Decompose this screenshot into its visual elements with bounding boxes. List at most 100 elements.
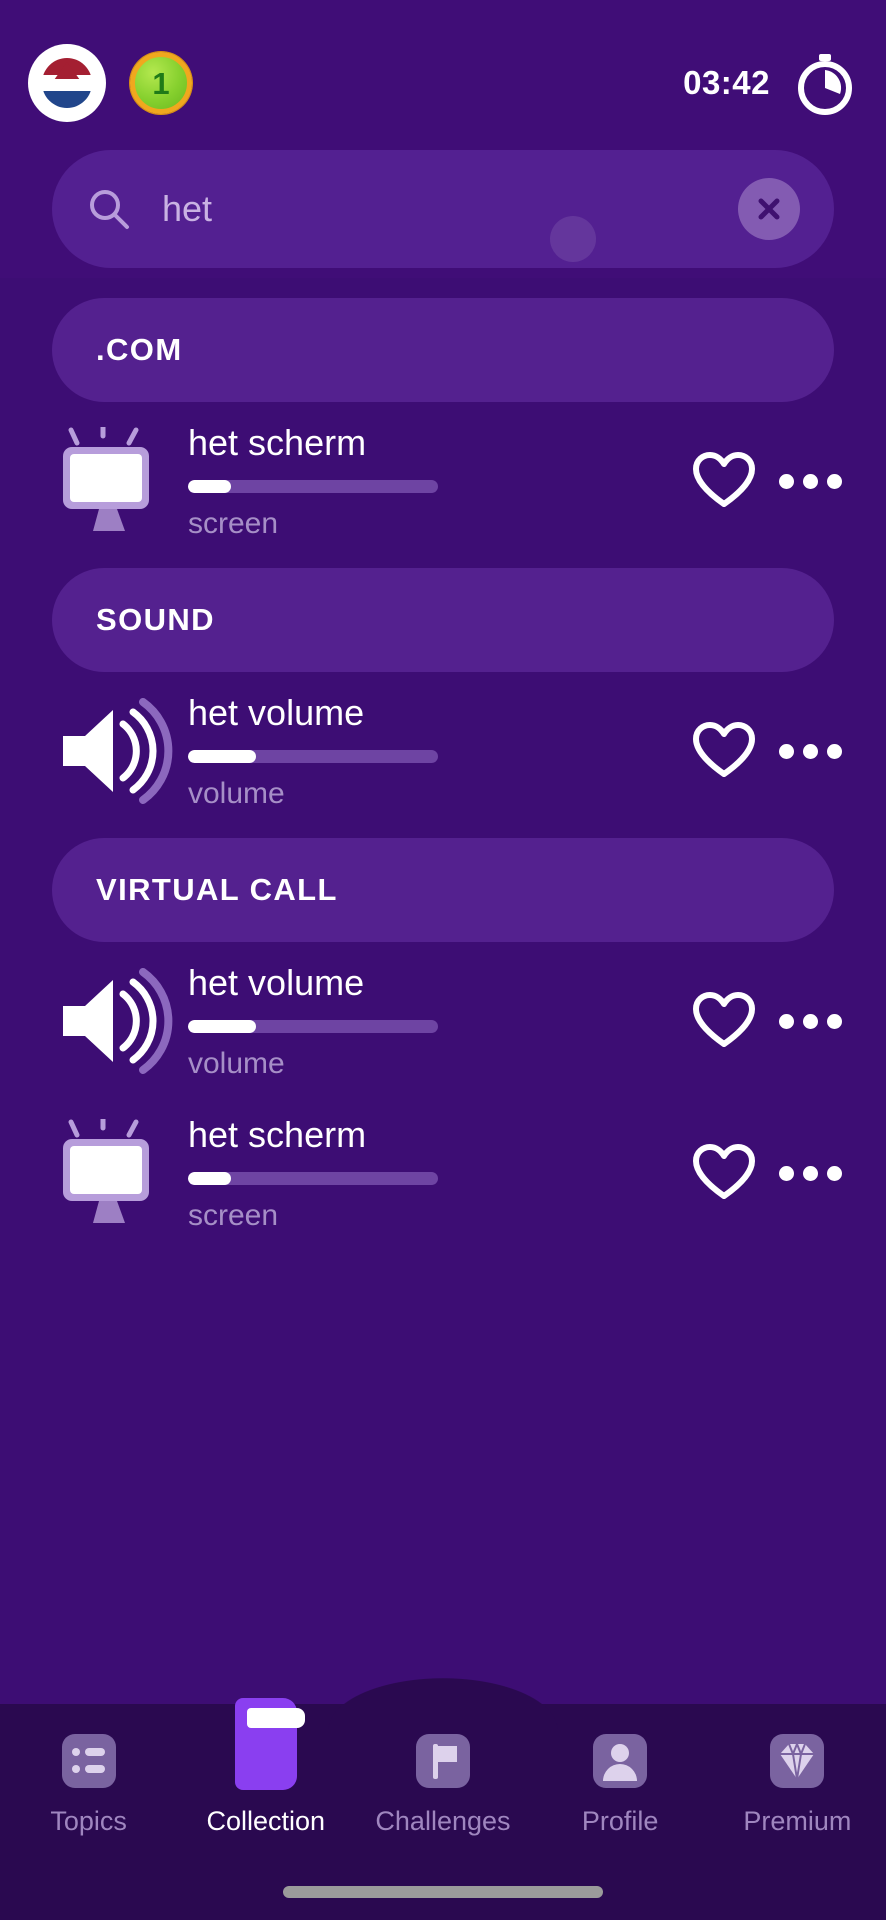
- more-options-dot: [826, 743, 842, 759]
- more-options-dot: [826, 473, 842, 489]
- more-options-dot: [802, 473, 818, 489]
- mastery-progress-fill: [188, 749, 256, 763]
- book-page: [246, 1708, 305, 1728]
- result-title: het scherm: [188, 422, 367, 464]
- result-row-body: het scherm screen: [176, 422, 688, 540]
- more-options-button[interactable]: [774, 1137, 846, 1209]
- search-results-list[interactable]: .COM het scherm screen SOUND het volume vo…: [0, 284, 886, 1704]
- nav-notch: [328, 1678, 558, 1730]
- result-row[interactable]: het volume volume: [52, 942, 846, 1094]
- flag-glyph: [42, 58, 92, 108]
- search-glyph: [90, 190, 129, 229]
- person-icon: [589, 1730, 651, 1792]
- mastery-progress-fill: [188, 479, 231, 493]
- close-icon: [758, 198, 780, 220]
- coin-count: 1: [152, 65, 170, 101]
- nav-item-label: Premium: [743, 1806, 852, 1836]
- result-row[interactable]: het volume volume: [52, 672, 846, 824]
- mastery-progress-bar: [188, 479, 438, 493]
- coin-icon[interactable]: 1: [130, 52, 192, 114]
- result-row-body: het volume volume: [176, 962, 688, 1080]
- clear-search-button[interactable]: [738, 178, 800, 240]
- heart-outline-icon: [693, 722, 755, 777]
- result-translation: screen: [188, 506, 279, 540]
- stopwatch-glyph: [798, 54, 852, 115]
- more-options-dot: [778, 1013, 794, 1029]
- speaker-icon: [52, 965, 176, 1077]
- search-area: [0, 150, 886, 278]
- result-row[interactable]: het scherm screen: [52, 402, 846, 554]
- touch-ripple: [550, 216, 596, 262]
- speaker-icon: [63, 698, 173, 804]
- top-bar: 1 03:42: [0, 0, 886, 166]
- result-row[interactable]: het scherm screen: [52, 1094, 846, 1246]
- section-header-label: VIRTUAL CALL: [96, 872, 338, 907]
- favorite-button[interactable]: [688, 445, 760, 517]
- more-options-dot: [778, 1165, 794, 1181]
- mastery-progress-bar: [188, 1171, 438, 1185]
- monitor-icon: [63, 427, 149, 531]
- heart-outline-icon: [693, 992, 755, 1047]
- result-translation: screen: [188, 1198, 279, 1232]
- nav-item-collection[interactable]: Collection: [186, 1698, 346, 1837]
- section-header-label: .COM: [96, 332, 183, 367]
- nav-item-premium[interactable]: Premium: [717, 1730, 877, 1837]
- monitor-icon: [63, 1119, 149, 1223]
- speaker-icon: [52, 695, 176, 807]
- speaker-icon: [63, 968, 173, 1074]
- result-title: het scherm: [188, 1114, 367, 1156]
- stopwatch-icon[interactable]: [792, 50, 858, 116]
- result-translation: volume: [188, 776, 285, 810]
- more-options-dot: [802, 743, 818, 759]
- more-options-button[interactable]: [774, 985, 846, 1057]
- heart-outline-icon: [693, 452, 755, 507]
- flag-icon: [412, 1730, 474, 1792]
- result-translation: volume: [188, 1046, 285, 1080]
- section-header: VIRTUAL CALL: [52, 838, 834, 942]
- mastery-progress-fill: [188, 1019, 256, 1033]
- result-title: het volume: [188, 692, 365, 734]
- mastery-progress-bar: [188, 1019, 438, 1033]
- more-options-dot: [802, 1165, 818, 1181]
- nav-item-profile[interactable]: Profile: [540, 1730, 700, 1837]
- nav-item-topics[interactable]: Topics: [9, 1730, 169, 1837]
- list-icon: [61, 1734, 116, 1788]
- search-icon: [86, 186, 132, 232]
- timer-value: 03:42: [683, 64, 770, 101]
- section-header: .COM: [52, 298, 834, 402]
- flag-icon: [415, 1734, 470, 1788]
- more-options-dot: [778, 743, 794, 759]
- nav-item-label: Collection: [206, 1806, 326, 1836]
- home-indicator[interactable]: [283, 1886, 603, 1898]
- more-options-button[interactable]: [774, 445, 846, 517]
- more-options-dot: [778, 473, 794, 489]
- more-options-dot: [826, 1165, 842, 1181]
- person-icon: [593, 1734, 648, 1788]
- nav-item-challenges[interactable]: Challenges: [363, 1730, 523, 1837]
- nav-item-label: Topics: [50, 1806, 127, 1836]
- mastery-progress-bar: [188, 749, 438, 763]
- mastery-progress-fill: [188, 1171, 231, 1185]
- more-options-button[interactable]: [774, 715, 846, 787]
- nav-item-label: Profile: [581, 1806, 659, 1836]
- more-options-dot: [826, 1013, 842, 1029]
- monitor-icon: [52, 1117, 176, 1229]
- favorite-button[interactable]: [688, 715, 760, 787]
- section-header: SOUND: [52, 568, 834, 672]
- book-icon-shape: [234, 1698, 305, 1790]
- favorite-button[interactable]: [688, 985, 760, 1057]
- favorite-button[interactable]: [688, 1137, 760, 1209]
- list-icon: [58, 1730, 120, 1792]
- search-bar[interactable]: [52, 150, 834, 268]
- more-options-dot: [802, 1013, 818, 1029]
- result-row-body: het volume volume: [176, 692, 688, 810]
- diamond-icon: [770, 1734, 825, 1788]
- monitor-icon: [52, 425, 176, 537]
- nav-item-label: Challenges: [375, 1806, 511, 1836]
- heart-outline-icon: [693, 1144, 755, 1199]
- book-icon: [234, 1698, 305, 1792]
- result-title: het volume: [188, 962, 365, 1004]
- bottom-navigation: Topics Collection Challenges Profile Prem…: [0, 1678, 886, 1920]
- netherlands-flag-icon[interactable]: [28, 44, 106, 122]
- search-input[interactable]: [162, 188, 738, 230]
